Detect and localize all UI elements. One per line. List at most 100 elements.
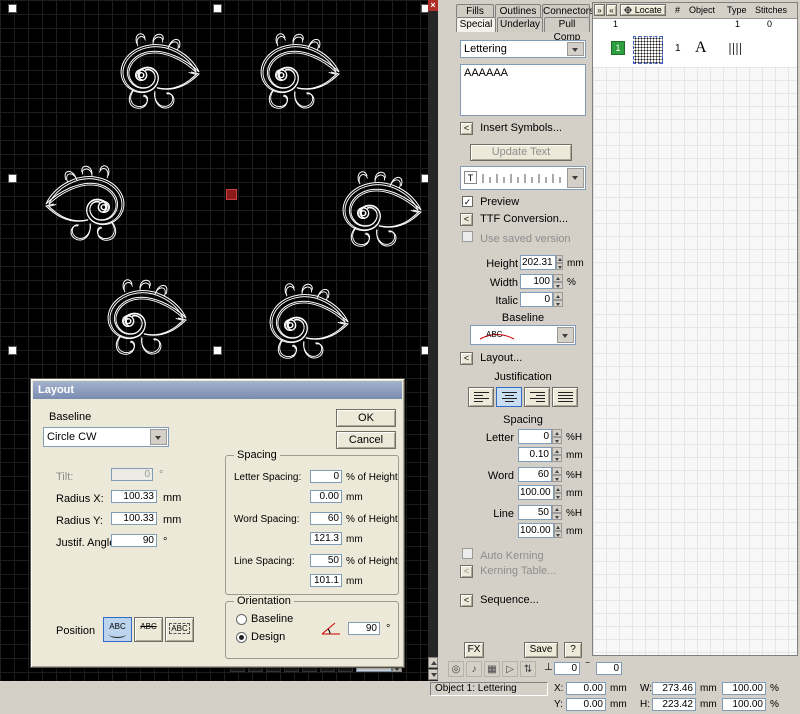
font-size-select[interactable]: T [460, 166, 586, 190]
width-value[interactable]: 100 [520, 274, 553, 289]
tab-outlines[interactable]: Outlines [495, 4, 541, 17]
spinner-up-icon[interactable] [553, 274, 563, 282]
fx-button[interactable]: FX [464, 642, 484, 658]
y-field[interactable]: 0.00 [566, 698, 606, 711]
ttf-conversion-row[interactable]: < TTF Conversion... [460, 213, 568, 226]
tab-connectors[interactable]: Connectors [542, 4, 590, 17]
chevron-left-icon[interactable]: < [460, 594, 473, 607]
design-center-marker[interactable] [226, 189, 237, 200]
italic-spinner[interactable] [553, 292, 563, 307]
x-field[interactable]: 0.00 [566, 682, 606, 695]
w-field[interactable]: 273.46 [652, 682, 696, 695]
line-spacing-mm-spinner[interactable] [554, 523, 562, 538]
width-spinner[interactable] [553, 274, 563, 289]
word-spacing-spinner[interactable] [552, 467, 562, 482]
scroll-down-icon[interactable] [428, 669, 438, 680]
update-text-button[interactable]: Update Text [470, 144, 572, 161]
line-spacing-pct-input[interactable]: 50 [518, 505, 562, 520]
word-spacing-pct-value[interactable]: 60 [518, 467, 552, 482]
preview-checkbox[interactable]: ✓ [462, 196, 473, 207]
selection-handle[interactable] [8, 174, 17, 183]
tab-fills[interactable]: Fills [456, 4, 494, 17]
stitch-length-field[interactable]: 0 [596, 662, 622, 675]
spinner-down-icon[interactable] [552, 455, 562, 463]
help-button[interactable]: ? [564, 642, 582, 658]
ttf-conversion-label[interactable]: TTF Conversion... [480, 213, 568, 225]
justify-full-button[interactable] [552, 387, 578, 407]
height-spinner[interactable] [556, 255, 563, 270]
column-object[interactable]: Object [689, 5, 715, 15]
line-spacing-pct-value[interactable]: 50 [518, 505, 552, 520]
zoom-x-field[interactable]: 100.00 [722, 682, 766, 695]
height-input[interactable]: 202.31 [520, 255, 563, 270]
h-field[interactable]: 223.42 [652, 698, 696, 711]
chevron-down-icon[interactable] [567, 168, 584, 188]
tab-special[interactable]: Special [456, 17, 496, 32]
insert-symbols-row[interactable]: < Insert Symbols... [460, 122, 562, 135]
sound-icon[interactable]: ♪ [466, 661, 482, 677]
justify-right-button[interactable] [524, 387, 550, 407]
tab-pull-comp[interactable]: Pull Comp [544, 17, 590, 32]
cancel-button[interactable]: Cancel [336, 431, 396, 449]
position-baseline-dashed-button[interactable]: ABC [165, 617, 194, 642]
sequence-row[interactable]: < Sequence... [460, 594, 539, 607]
chevron-down-icon[interactable] [567, 42, 584, 56]
spinner-down-icon[interactable] [552, 475, 562, 483]
height-value[interactable]: 202.31 [520, 255, 556, 270]
letter-spacing-pct-value[interactable]: 0 [518, 429, 552, 444]
object-color-badge[interactable]: 1 [611, 41, 625, 55]
radius-x-input[interactable]: 100.33 [111, 490, 157, 503]
orientation-baseline-radio[interactable] [236, 614, 247, 625]
zoom-y-field[interactable]: 100.00 [722, 698, 766, 711]
letter-spacing-pct-input[interactable]: 0 [518, 429, 562, 444]
radius-y-input[interactable]: 100.33 [111, 512, 157, 525]
italic-value[interactable]: 0 [520, 292, 553, 307]
spinner-down-icon[interactable] [552, 513, 562, 521]
baseline-type-select[interactable]: Circle CW [43, 427, 169, 447]
lettering-text-input[interactable]: AAAAAA [460, 64, 586, 116]
close-icon[interactable]: × [428, 0, 438, 11]
locate-button[interactable]: Locate [620, 4, 666, 16]
letter-spacing-mm-input[interactable]: 0.10 [518, 447, 562, 462]
line-spacing-mm-value[interactable]: 100.00 [518, 523, 554, 538]
dlg-word-pct-input[interactable]: 60 [310, 512, 342, 525]
chevron-left-icon[interactable]: < [460, 352, 473, 365]
dlg-word-mm-input[interactable]: 121.3 [310, 532, 342, 545]
orientation-angle-input[interactable]: 90 [348, 622, 380, 635]
orientation-design-radio[interactable] [236, 632, 247, 643]
swap-arrows-icon[interactable]: ⇅ [520, 661, 536, 677]
word-spacing-mm-input[interactable]: 100.00 [518, 485, 562, 500]
line-spacing-mm-input[interactable]: 100.00 [518, 523, 562, 538]
column-hash[interactable]: # [675, 5, 680, 15]
selection-handle[interactable] [213, 4, 222, 13]
position-baseline-below-button[interactable]: ABC [103, 617, 132, 642]
chevron-left-icon[interactable]: < [460, 122, 473, 135]
spinner-up-icon[interactable] [552, 447, 562, 455]
spinner-down-icon[interactable] [553, 282, 563, 290]
spinner-up-icon[interactable] [552, 467, 562, 475]
canvas-scrollbar[interactable]: × [428, 0, 438, 681]
word-spacing-mm-value[interactable]: 100.00 [518, 485, 554, 500]
spinner-up-icon[interactable] [554, 485, 562, 493]
collapse-right-icon[interactable]: » [594, 4, 605, 16]
orientation-baseline-label[interactable]: Baseline [251, 613, 293, 625]
layout-row[interactable]: < Layout... [460, 352, 522, 365]
spinner-up-icon[interactable] [553, 292, 563, 300]
spinner-up-icon[interactable] [554, 523, 562, 531]
word-spacing-pct-input[interactable]: 60 [518, 467, 562, 482]
word-spacing-mm-spinner[interactable] [554, 485, 562, 500]
chevron-down-icon[interactable] [150, 429, 167, 445]
width-input[interactable]: 100 [520, 274, 563, 289]
line-spacing-spinner[interactable] [552, 505, 562, 520]
selection-handle[interactable] [213, 346, 222, 355]
chevron-left-icon[interactable]: < [460, 213, 473, 226]
spinner-up-icon[interactable] [552, 505, 562, 513]
italic-input[interactable]: 0 [520, 292, 563, 307]
justify-center-button[interactable] [496, 387, 522, 407]
object-row[interactable]: 1 1 A [593, 33, 797, 67]
object-thumbnail[interactable] [633, 36, 663, 64]
collapse-left-icon[interactable]: « [606, 4, 617, 16]
sequence-label[interactable]: Sequence... [480, 594, 539, 606]
dlg-line-mm-input[interactable]: 101.1 [310, 574, 342, 587]
orientation-design-label[interactable]: Design [251, 631, 285, 643]
